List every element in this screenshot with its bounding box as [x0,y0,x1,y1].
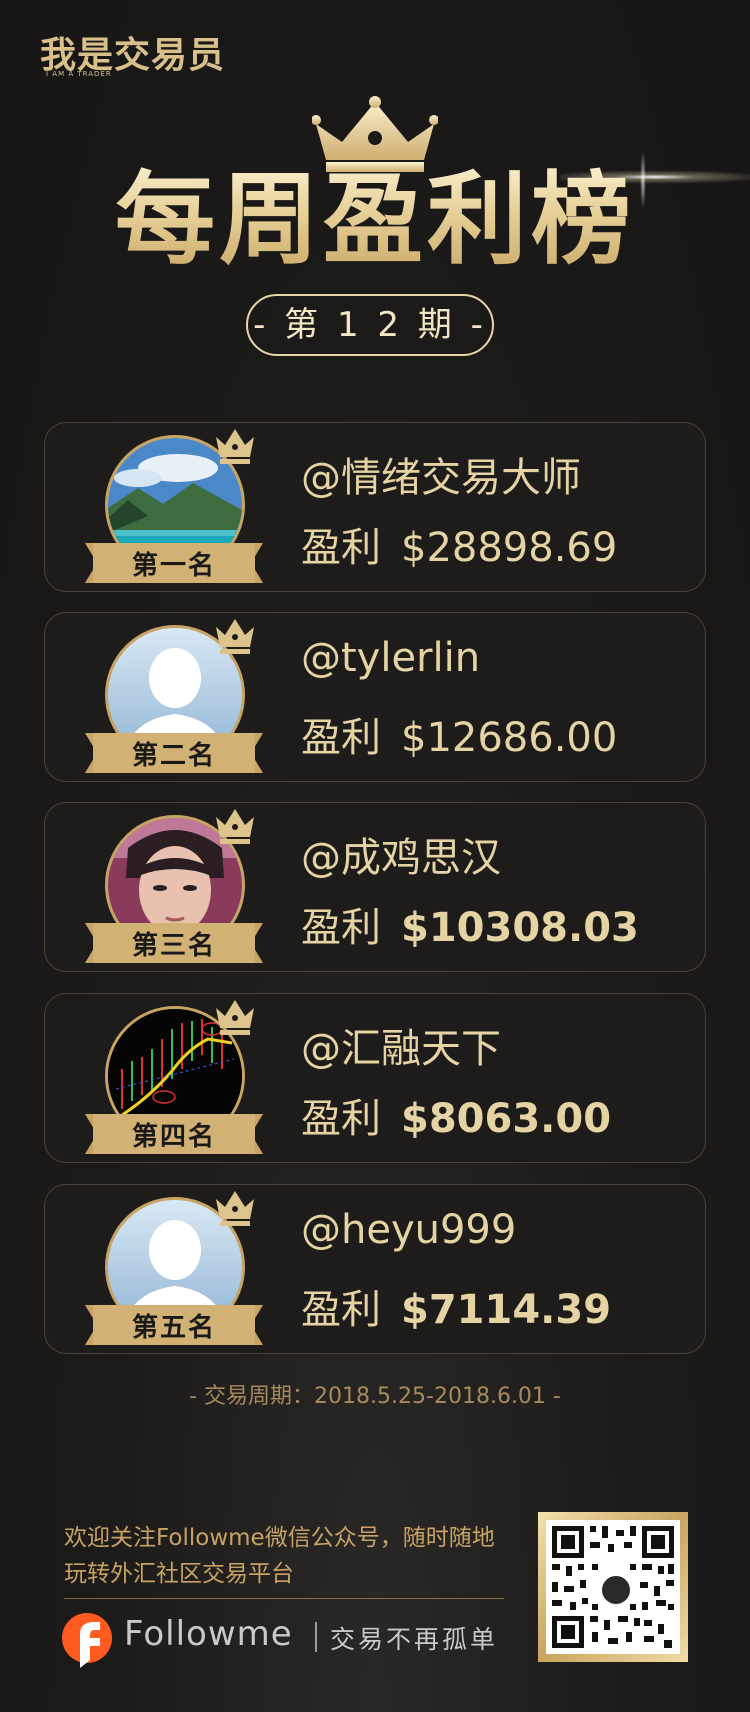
avatar-badge: 第五名 [85,1191,265,1353]
ranking-card-4[interactable]: 第四名 @汇融天下 盈利 $8063.00 [44,993,706,1163]
crown-icon [216,429,254,464]
ranking-card-3[interactable]: 第三名 @成鸡思汉 盈利 $10308.03 [44,802,706,972]
poster: 我是交易员 I AM A TRADER 每周盈利榜 - 第 1 2 期 - 第一… [0,0,750,1712]
rank-label: 第一名 [131,551,216,581]
crown-icon [216,1191,254,1226]
trading-period: - 交易周期：2018.5.25-2018.6.01 - [189,1384,561,1409]
username[interactable]: @heyu999 [301,1207,516,1253]
rank-label: 第五名 [131,1313,216,1343]
light-flare-vertical [640,150,646,210]
avatar-badge: 第一名 [85,429,265,591]
rank-label: 第四名 [131,1122,216,1152]
ranking-card-1[interactable]: 第一名 @情绪交易大师 盈利 $28898.69 [44,422,706,592]
profit-amount: $28898.69 [401,525,618,571]
profit-amount: $10308.03 [401,905,639,951]
brand-tagline: I AM A TRADER [46,70,112,78]
brand-logo: 我是交易员 I AM A TRADER [40,26,230,86]
profit-amount: $8063.00 [401,1096,612,1142]
footer-slogan: 交易不再孤单 [330,1625,499,1654]
username[interactable]: @情绪交易大师 [301,445,581,503]
rank-label: 第二名 [131,741,216,771]
username[interactable]: @成鸡思汉 [301,825,501,883]
avatar-badge: 第三名 [85,809,265,971]
light-flare [560,170,750,184]
footer-separator [315,1622,317,1652]
footer-brand-name[interactable]: Followme [124,1614,293,1654]
qr-code-frame[interactable] [538,1512,688,1662]
profit-row: 盈利 $28898.69 [301,515,617,573]
profit-row: 盈利 $7114.39 [301,1277,611,1335]
crown-icon [216,809,254,844]
crown-icon [216,619,254,654]
footer-line-2: 玩转外汇社区交易平台 [64,1561,294,1587]
profit-amount: $12686.00 [401,715,618,761]
issue-badge: - 第 1 2 期 - [246,294,494,356]
profit-label: 盈利 [301,905,381,951]
ranking-card-5[interactable]: 第五名 @heyu999 盈利 $7114.39 [44,1184,706,1354]
profit-label: 盈利 [301,715,381,761]
profit-amount: $7114.39 [401,1287,612,1333]
profit-row: 盈利 $12686.00 [301,705,617,763]
crown-icon [216,1000,254,1035]
profit-row: 盈利 $10308.03 [301,895,639,953]
profit-label: 盈利 [301,1287,381,1333]
footer-line-1: 欢迎关注Followme微信公众号，随时随地 [64,1525,495,1551]
avatar-badge: 第四名 [85,1000,265,1162]
profit-label: 盈利 [301,1096,381,1142]
profit-label: 盈利 [301,525,381,571]
profit-row: 盈利 $8063.00 [301,1086,611,1144]
footer-divider [64,1598,504,1599]
avatar-badge: 第二名 [85,619,265,781]
username[interactable]: @汇融天下 [301,1016,501,1074]
username[interactable]: @tylerlin [301,635,480,681]
ranking-card-2[interactable]: 第二名 @tylerlin 盈利 $12686.00 [44,612,706,782]
qr-center-logo [599,1573,633,1607]
rank-label: 第三名 [131,931,216,961]
followme-logo-icon[interactable] [60,1610,114,1670]
qr-code-icon [546,1520,680,1654]
